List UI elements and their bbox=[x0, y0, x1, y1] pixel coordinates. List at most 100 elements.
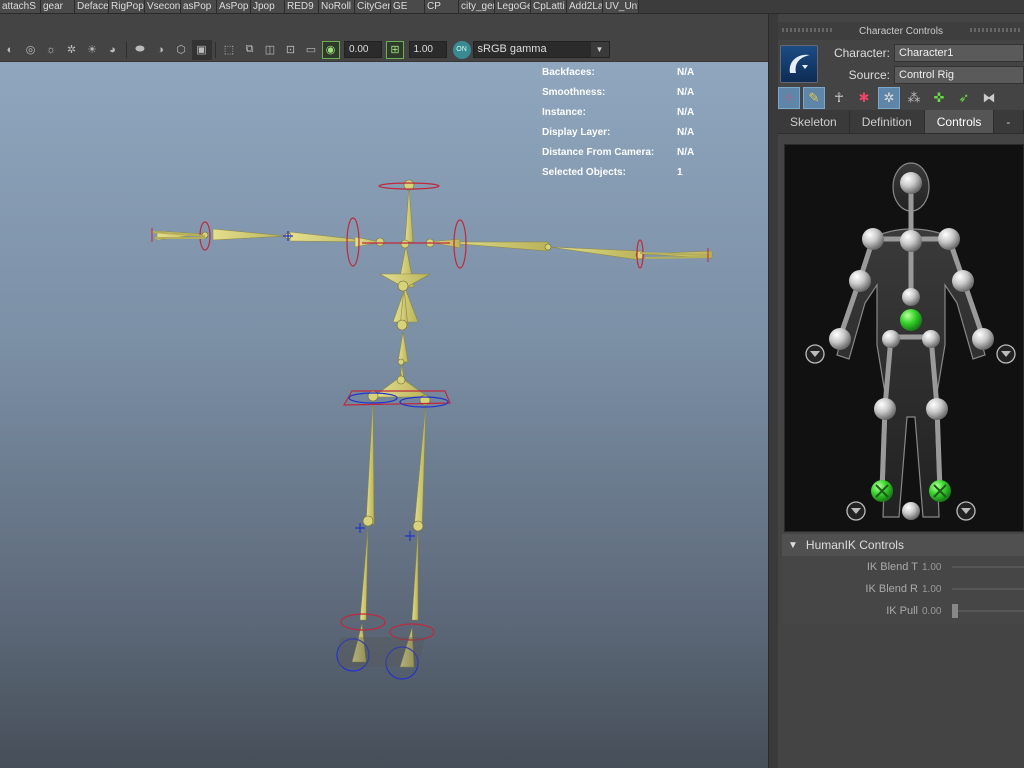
head-effector[interactable] bbox=[900, 172, 922, 194]
hud-row-display-layer: Display Layer: N/A bbox=[542, 122, 742, 142]
shadow-icon[interactable]: ✲ bbox=[62, 40, 82, 60]
pin-translate-icon[interactable]: ✜ bbox=[928, 87, 950, 109]
left-knee-effector[interactable] bbox=[874, 398, 896, 420]
shelf-tab[interactable]: AsPop bbox=[217, 0, 251, 13]
viewport-toolbar: ◐ ◎ ☼ ✲ ☀ ◕ ⬬ ◑ ⬡ ▣ ⬚ ⧉ ◫ ⊡ ▭ ◉ 0.00 ⊞ 1… bbox=[0, 38, 768, 62]
smooth-icon[interactable]: ◕ bbox=[103, 40, 123, 60]
right-wrist-effector[interactable] bbox=[972, 328, 994, 350]
wireframe-icon[interactable]: ⬬ bbox=[130, 40, 150, 60]
shelf-tab[interactable]: city_gen bbox=[459, 0, 495, 13]
hud-row-backfaces: Backfaces: N/A bbox=[542, 62, 742, 82]
character-tabs: Skeleton Definition Controls --- bbox=[778, 110, 1024, 177]
right-knee-effector[interactable] bbox=[926, 398, 948, 420]
shelf-tab[interactable]: attachS bbox=[0, 0, 41, 13]
ik-blend-t-label: IK Blend T bbox=[866, 561, 918, 573]
gamma-icon[interactable]: ⊞ bbox=[386, 40, 404, 59]
selection-icon[interactable]: ⁂ bbox=[903, 87, 925, 109]
left-elbow-effector[interactable] bbox=[849, 270, 871, 292]
character-dropdown[interactable]: Character1 bbox=[894, 44, 1024, 62]
shelf-tab[interactable]: RED9 bbox=[285, 0, 319, 13]
shelf-tab[interactable]: gear bbox=[41, 0, 75, 13]
shelf-tab[interactable]: Jpop bbox=[251, 0, 285, 13]
right-elbow-effector[interactable] bbox=[952, 270, 974, 292]
control-figure[interactable] bbox=[784, 144, 1024, 532]
ik-pull-slider[interactable] bbox=[952, 604, 1024, 618]
ik-blend-t-value[interactable]: 1.00 bbox=[922, 562, 952, 573]
hips-effector[interactable] bbox=[900, 309, 922, 331]
resolution-gate-icon[interactable]: ◫ bbox=[260, 40, 280, 60]
shelf-tab[interactable]: CpLatti bbox=[531, 0, 567, 13]
shelf-tab[interactable]: RigPop bbox=[109, 0, 145, 13]
ik-blend-r-slider[interactable] bbox=[952, 588, 1024, 590]
xray-icon[interactable]: ◎ bbox=[21, 40, 41, 60]
safe-action-icon[interactable]: ▭ bbox=[301, 40, 321, 60]
shelf-tab[interactable]: LegoGe bbox=[495, 0, 531, 13]
shelf-tab[interactable]: asPop bbox=[181, 0, 217, 13]
color-management-icon[interactable]: ON bbox=[452, 40, 471, 59]
release-pin-icon[interactable]: ⧓ bbox=[978, 87, 1000, 109]
hud-key: Display Layer: bbox=[542, 126, 611, 138]
shelf-tab[interactable]: CP bbox=[425, 0, 459, 13]
tab-more[interactable]: --- bbox=[994, 110, 1024, 177]
left-hip-effector[interactable] bbox=[882, 330, 900, 348]
figure-icon[interactable]: ☥ bbox=[828, 87, 850, 109]
right-shoulder-effector[interactable] bbox=[938, 228, 960, 250]
grid-icon[interactable]: ⬡ bbox=[171, 40, 191, 60]
camera-icon[interactable]: ▣ bbox=[191, 39, 212, 60]
left-wrist-effector[interactable] bbox=[829, 328, 851, 350]
maya-window: attachS gear Deface RigPop Vsecond asPop… bbox=[0, 0, 1024, 768]
select-camera-icon[interactable]: ⬚ bbox=[219, 40, 239, 60]
collapse-triangle-icon[interactable]: ▼ bbox=[788, 540, 798, 551]
light-icon[interactable]: ☼ bbox=[41, 40, 61, 60]
tab-skeleton[interactable]: Skeleton bbox=[778, 110, 850, 133]
humanik-figure[interactable] bbox=[785, 145, 1024, 533]
left-shoulder-effector[interactable] bbox=[862, 228, 884, 250]
ao-icon[interactable]: ☀ bbox=[82, 40, 102, 60]
hud-row-selected: Selected Objects: 1 bbox=[542, 162, 742, 182]
ik-pull-value[interactable]: 0.00 bbox=[922, 606, 952, 617]
field-chart-icon[interactable]: ⊡ bbox=[281, 40, 301, 60]
pin-rotate-icon[interactable]: ➶ bbox=[953, 87, 975, 109]
shelf-tab[interactable]: Deface bbox=[75, 0, 109, 13]
toggle-icon[interactable]: ◑ bbox=[151, 40, 171, 60]
colorspace-dropdown[interactable]: sRGB gamma ▼ bbox=[472, 41, 610, 58]
shelf-tab[interactable]: Vsecond bbox=[145, 0, 181, 13]
ik-blend-t-slider[interactable] bbox=[952, 566, 1024, 568]
ground-effector[interactable] bbox=[902, 502, 920, 520]
source-dropdown[interactable]: Control Rig bbox=[894, 66, 1024, 84]
film-gate-icon[interactable]: ⧉ bbox=[240, 40, 260, 60]
ik-blend-r-value[interactable]: 1.00 bbox=[922, 584, 952, 595]
chevron-down-icon[interactable]: ▼ bbox=[590, 42, 609, 57]
tab-definition[interactable]: Definition bbox=[850, 110, 925, 133]
hud-value: N/A bbox=[677, 106, 695, 118]
right-hip-effector[interactable] bbox=[922, 330, 940, 348]
panel-splitter[interactable] bbox=[768, 14, 778, 768]
humanik-controls-header[interactable]: ▼ HumanIK Controls bbox=[782, 534, 1024, 556]
exposure-icon[interactable]: ◉ bbox=[321, 40, 340, 59]
colorspace-value: sRGB gamma bbox=[477, 43, 547, 55]
neck-effector[interactable] bbox=[900, 230, 922, 252]
fk-control-rings[interactable] bbox=[199, 182, 644, 641]
shelf-tab[interactable]: GE bbox=[391, 0, 425, 13]
panel-title-bar[interactable]: Character Controls bbox=[778, 22, 1024, 40]
shelf-tab[interactable]: CityGen bbox=[355, 0, 391, 13]
shelf-tab[interactable]: Add2La bbox=[567, 0, 603, 13]
chest-effector[interactable] bbox=[902, 288, 920, 306]
body-part-icon[interactable]: ✲ bbox=[878, 87, 900, 109]
exposure-field[interactable]: 0.00 bbox=[344, 41, 382, 58]
shelf-bar: attachS gear Deface RigPop Vsecond asPop… bbox=[0, 0, 1024, 14]
humanik-menu-icon[interactable] bbox=[780, 45, 818, 83]
shelf-tab[interactable]: NoRoll bbox=[319, 0, 355, 13]
isolate-icon[interactable]: ◐ bbox=[0, 40, 20, 60]
drag-grip-icon[interactable] bbox=[782, 28, 832, 32]
full-body-icon[interactable]: ✱ bbox=[853, 87, 875, 109]
select-all-effectors-icon[interactable]: ⁘ bbox=[778, 87, 800, 109]
tab-controls[interactable]: Controls bbox=[924, 110, 995, 133]
drag-grip-icon[interactable] bbox=[970, 28, 1020, 32]
shelf-tab[interactable]: UV_Unf bbox=[603, 0, 639, 13]
pencil-icon[interactable]: ✎ bbox=[803, 87, 825, 109]
heads-up-display: Backfaces: N/A Smoothness: N/A Instance: N/… bbox=[542, 62, 742, 182]
slider-knob[interactable] bbox=[952, 604, 958, 618]
gamma-field[interactable]: 1.00 bbox=[408, 41, 447, 58]
3d-viewport[interactable]: Backfaces: N/A Smoothness: N/A Instance: N/… bbox=[0, 62, 768, 768]
